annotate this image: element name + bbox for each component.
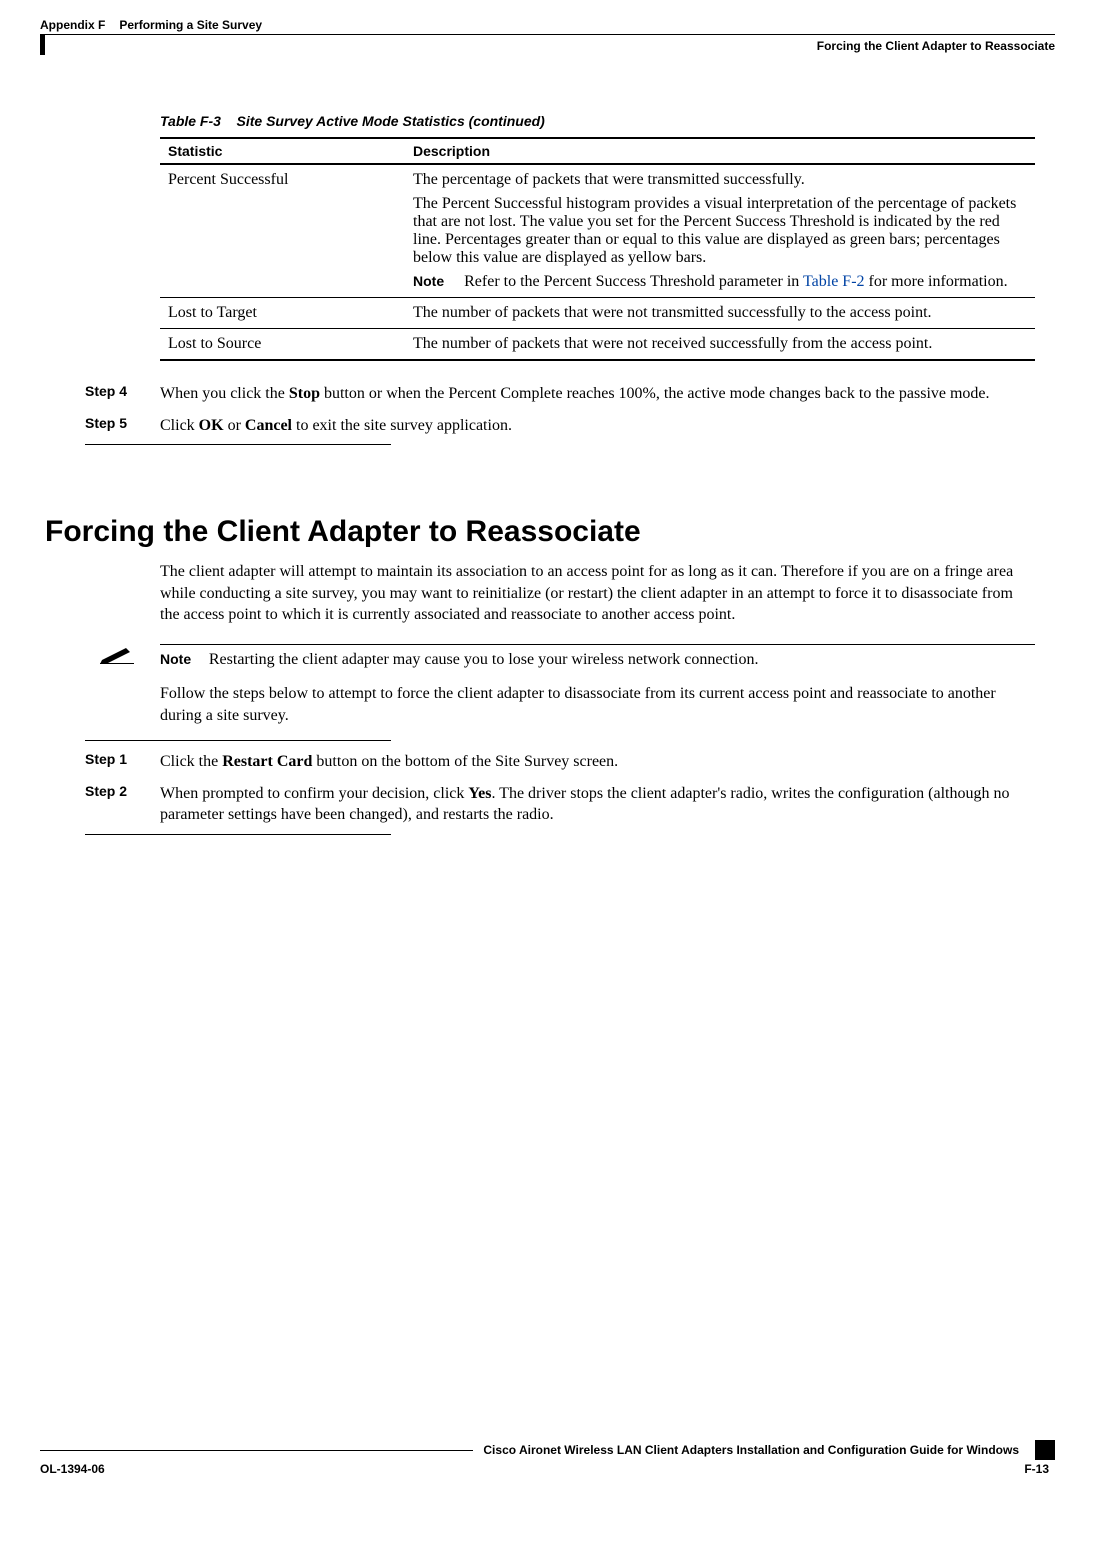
step-text: When you click the Stop button or when t… (160, 383, 990, 405)
footer-book-title: Cisco Aironet Wireless LAN Client Adapte… (473, 1443, 1029, 1457)
note-block: Note Restarting the client adapter may c… (100, 644, 1035, 669)
step-text: When prompted to confirm your decision, … (160, 783, 1035, 826)
b: OK (199, 417, 224, 434)
desc-para: The percentage of packets that were tran… (413, 171, 1027, 189)
table-link[interactable]: Table F-2 (803, 273, 865, 290)
t: button on the bottom of the Site Survey … (312, 753, 618, 770)
t: Click (160, 417, 199, 434)
t: to exit the site survey application. (292, 417, 512, 434)
b: Yes (468, 785, 491, 802)
cell-desc: The number of packets that were not tran… (405, 298, 1035, 329)
th-description: Description (405, 138, 1035, 164)
statistics-table: Statistic Description Percent Successful… (160, 137, 1035, 361)
b: Cancel (245, 417, 292, 434)
step-row: Step 5 Click OK or Cancel to exit the si… (85, 415, 1035, 437)
t: button or when the Percent Complete reac… (320, 385, 990, 402)
step-label: Step 1 (85, 751, 160, 773)
th-statistic: Statistic (160, 138, 405, 164)
table-row: Percent Successful The percentage of pac… (160, 164, 1035, 298)
body-paragraph: The client adapter will attempt to maint… (160, 561, 1035, 626)
step-label: Step 5 (85, 415, 160, 437)
page-number: F-13 (1024, 1462, 1055, 1476)
end-steps-rule-2 (85, 834, 391, 835)
cell-stat: Lost to Target (160, 298, 405, 329)
t: When you click the (160, 385, 289, 402)
step-label: Step 2 (85, 783, 160, 826)
table-row: Lost to Source The number of packets tha… (160, 329, 1035, 361)
b: Restart Card (222, 753, 312, 770)
header-left-block (40, 34, 45, 55)
footer-rule (40, 1450, 473, 1451)
cell-desc: The number of packets that were not rece… (405, 329, 1035, 361)
step-label: Step 4 (85, 383, 160, 405)
step-text: Click the Restart Card button on the bot… (160, 751, 618, 773)
desc-para: The Percent Successful histogram provide… (413, 195, 1027, 267)
cell-stat: Lost to Source (160, 329, 405, 361)
note-text: Restarting the client adapter may cause … (209, 651, 759, 668)
b: Stop (289, 385, 320, 402)
note-label: Note (413, 273, 464, 291)
appendix-title: Performing a Site Survey (119, 18, 262, 32)
caption-prefix: Table F-3 (160, 113, 221, 129)
step-text: Click OK or Cancel to exit the site surv… (160, 415, 512, 437)
note-text-pre: Refer to the Percent Success Threshold p… (464, 273, 803, 290)
t: or (224, 417, 245, 434)
table-row: Lost to Target The number of packets tha… (160, 298, 1035, 329)
appendix-label: Appendix F (40, 18, 105, 32)
body-paragraph: Follow the steps below to attempt to for… (160, 683, 1035, 726)
note-label: Note (160, 651, 205, 667)
page-footer: Cisco Aironet Wireless LAN Client Adapte… (40, 1440, 1055, 1476)
header-crumb: Forcing the Client Adapter to Reassociat… (40, 35, 1055, 53)
note-text: Refer to the Percent Success Threshold p… (464, 273, 1007, 291)
step-row: Step 2 When prompted to confirm your dec… (85, 783, 1035, 826)
footer-end-block (1035, 1440, 1055, 1460)
step-row: Step 4 When you click the Stop button or… (85, 383, 1035, 405)
caption-title: Site Survey Active Mode Statistics (cont… (237, 113, 545, 129)
end-steps-rule (85, 444, 391, 445)
table-caption: Table F-3 Site Survey Active Mode Statis… (160, 113, 1035, 129)
cell-stat: Percent Successful (160, 164, 405, 298)
start-steps-rule (85, 740, 391, 741)
t: When prompted to confirm your decision, … (160, 785, 468, 802)
note-text-post: for more information. (865, 273, 1008, 290)
cell-desc: The percentage of packets that were tran… (405, 164, 1035, 298)
t: Click the (160, 753, 222, 770)
doc-id: OL-1394-06 (40, 1462, 105, 1476)
note-icon (100, 644, 160, 669)
section-heading: Forcing the Client Adapter to Reassociat… (45, 515, 1035, 549)
step-row: Step 1 Click the Restart Card button on … (85, 751, 1035, 773)
